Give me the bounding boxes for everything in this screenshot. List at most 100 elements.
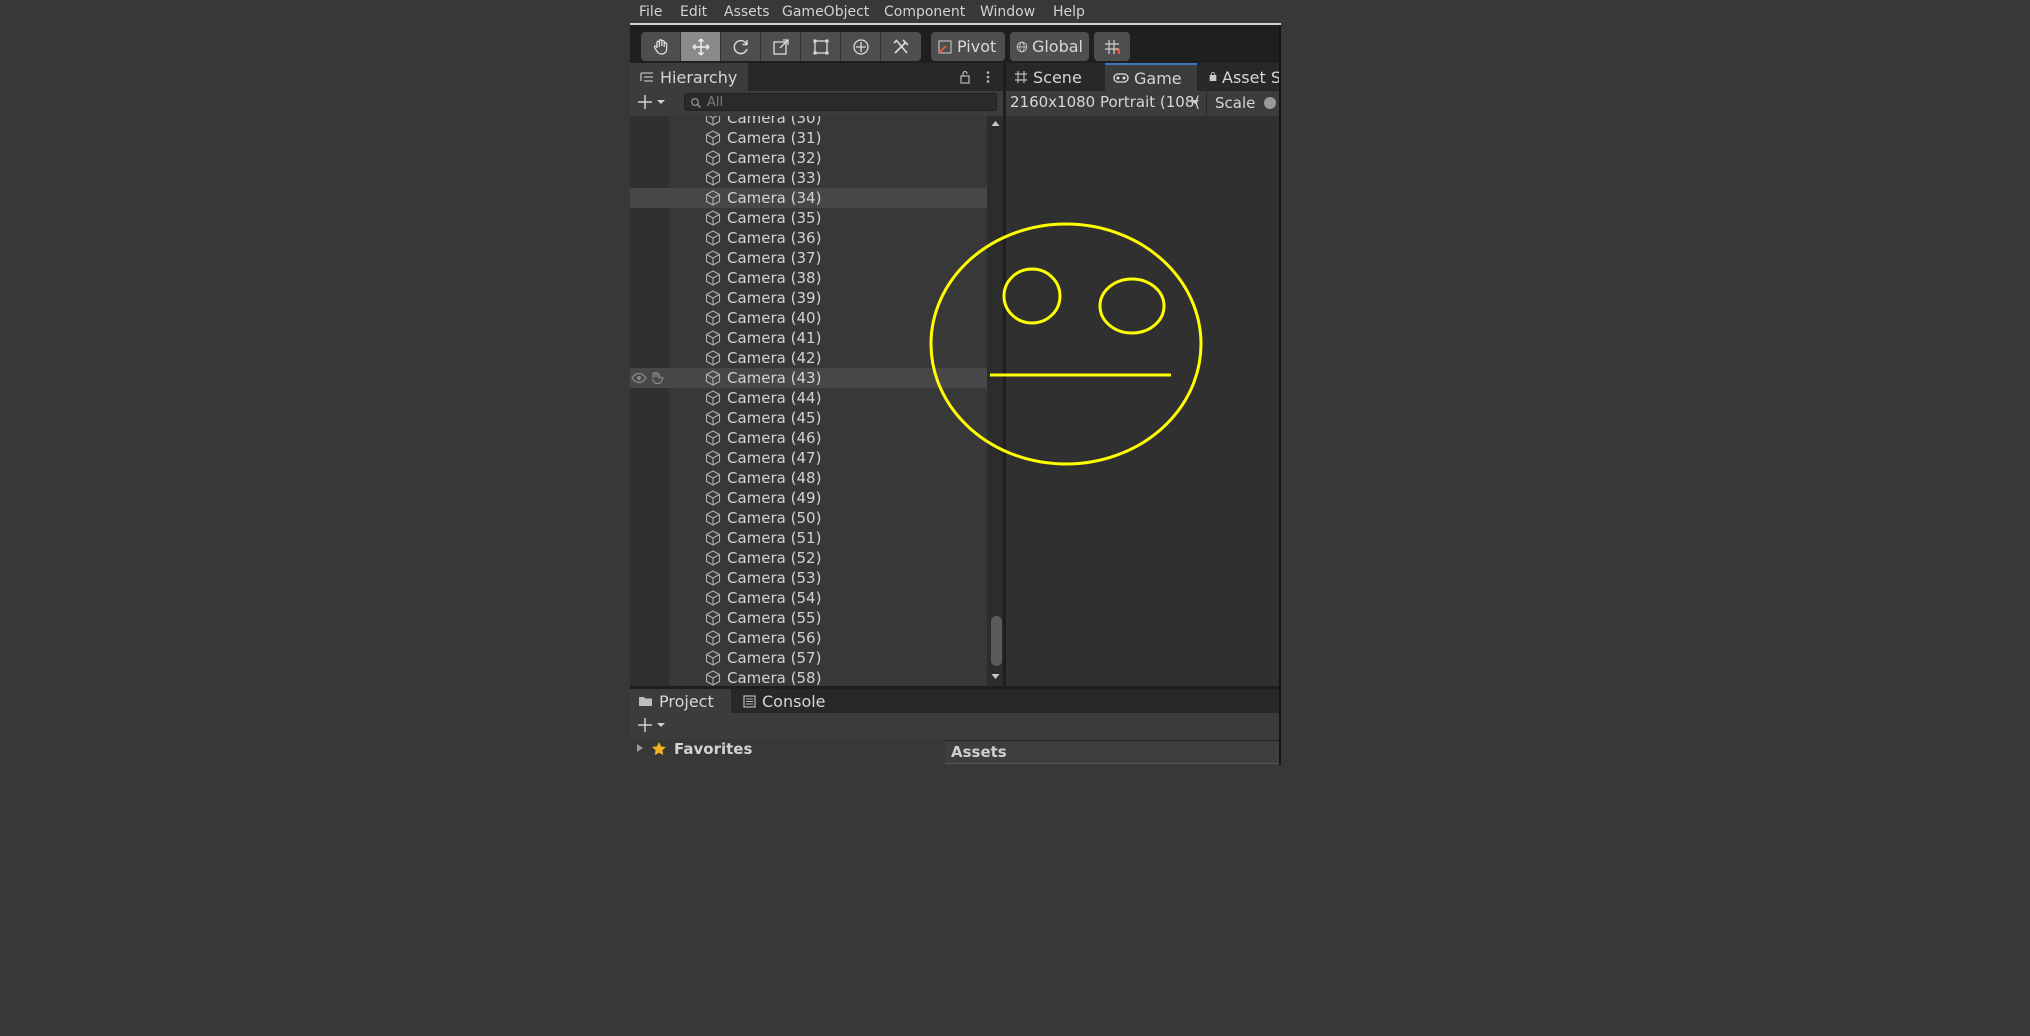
right-eye <box>1098 277 1166 335</box>
resolution-chevron-icon <box>1191 100 1199 104</box>
project-create-dropdown[interactable] <box>637 717 666 733</box>
gameobject-cube-icon <box>705 570 721 586</box>
hierarchy-row[interactable]: Camera (55) <box>630 608 987 628</box>
gameobject-cube-icon <box>705 150 721 166</box>
scale-slider-thumb[interactable] <box>1264 97 1276 109</box>
star-icon <box>652 742 666 756</box>
gameobject-cube-icon <box>705 610 721 626</box>
globe-icon <box>1016 41 1028 52</box>
hierarchy-icon <box>640 72 653 82</box>
custom-tool-button[interactable] <box>881 32 921 61</box>
hierarchy-row[interactable]: Camera (58) <box>630 668 987 686</box>
pivot-toggle[interactable]: Pivot <box>931 32 1005 61</box>
gameobject-cube-icon <box>705 390 721 406</box>
yellow-face-drawing <box>929 222 1203 466</box>
gameobject-cube-icon <box>705 130 721 146</box>
move-tool-button[interactable] <box>681 32 721 61</box>
hierarchy-title: Hierarchy <box>660 67 738 87</box>
hierarchy-row-label: Camera (54) <box>727 589 822 607</box>
gameobject-cube-icon <box>705 290 721 306</box>
gameobject-cube-icon <box>705 650 721 666</box>
console-icon <box>743 694 756 708</box>
gameobject-cube-icon <box>705 630 721 646</box>
hierarchy-search-input[interactable]: All <box>684 93 997 111</box>
tab-scene[interactable]: Scene <box>1006 63 1105 91</box>
hierarchy-row-label: Camera (57) <box>727 649 822 667</box>
hierarchy-row-label: Camera (40) <box>727 309 822 327</box>
face-outline <box>929 222 1203 466</box>
window-right-edge <box>1279 25 1281 765</box>
transform-tool-button[interactable] <box>841 32 881 61</box>
toolbar-divider <box>1206 91 1207 116</box>
tab-asset-store[interactable]: Asset S <box>1201 63 1281 91</box>
rect-icon <box>813 39 828 54</box>
hierarchy-row-label: Camera (52) <box>727 549 822 567</box>
hierarchy-row-label: Camera (34) <box>727 189 822 207</box>
menu-window[interactable]: Window <box>980 4 1035 20</box>
hierarchy-row[interactable]: Camera (31) <box>630 128 987 148</box>
gameobject-cube-icon <box>705 430 721 446</box>
rect-tool-button[interactable] <box>801 32 841 61</box>
lock-icon[interactable] <box>959 70 971 84</box>
hierarchy-row-label: Camera (36) <box>727 229 822 247</box>
search-placeholder: All <box>707 94 724 110</box>
gameobject-cube-icon <box>705 470 721 486</box>
hierarchy-row-label: Camera (50) <box>727 509 822 527</box>
hierarchy-row-label: Camera (48) <box>727 469 822 487</box>
scroll-up-icon[interactable] <box>991 120 1000 127</box>
left-eye <box>1002 267 1062 325</box>
grid-snap-button[interactable] <box>1094 32 1130 61</box>
scale-tool-button[interactable] <box>761 32 801 61</box>
tab-project[interactable]: Project <box>630 689 731 713</box>
hierarchy-row-label: Camera (51) <box>727 529 822 547</box>
gameobject-cube-icon <box>705 230 721 246</box>
hierarchy-row[interactable]: Camera (48) <box>630 468 987 488</box>
scroll-down-icon[interactable] <box>991 673 1000 680</box>
gameobject-cube-icon <box>705 210 721 226</box>
plus-icon <box>638 718 652 732</box>
tab-console[interactable]: Console <box>743 689 843 713</box>
hierarchy-row[interactable]: Camera (34) <box>630 188 987 208</box>
visibility-eye-icon[interactable] <box>631 372 647 384</box>
hierarchy-row-label: Camera (46) <box>727 429 822 447</box>
menu-edit[interactable]: Edit <box>680 4 707 20</box>
pivot-icon <box>938 39 952 54</box>
gameobject-cube-icon <box>705 310 721 326</box>
menu-component[interactable]: Component <box>884 4 965 20</box>
favorites-label[interactable]: Favorites <box>674 740 752 758</box>
hand-tool-button[interactable] <box>641 32 681 61</box>
global-toggle[interactable]: Global <box>1010 32 1089 61</box>
hierarchy-row[interactable]: Camera (57) <box>630 648 987 668</box>
expand-arrow-icon[interactable] <box>636 743 644 753</box>
hierarchy-row[interactable]: Camera (50) <box>630 508 987 528</box>
hierarchy-row[interactable]: Camera (30) <box>630 116 987 128</box>
console-tab-label: Console <box>762 691 826 711</box>
shopping-bag-icon <box>1209 72 1217 82</box>
hierarchy-row[interactable]: Camera (51) <box>630 528 987 548</box>
hierarchy-row[interactable]: Camera (33) <box>630 168 987 188</box>
plus-icon <box>638 95 652 109</box>
tools-icon <box>893 38 909 54</box>
gameobject-cube-icon <box>705 410 721 426</box>
menu-help[interactable]: Help <box>1053 4 1085 20</box>
assets-breadcrumb[interactable]: Assets <box>945 740 1281 764</box>
hierarchy-row[interactable]: Camera (32) <box>630 148 987 168</box>
tab-hierarchy[interactable]: Hierarchy <box>630 63 748 91</box>
pickable-hand-icon[interactable] <box>650 371 666 385</box>
create-dropdown[interactable] <box>637 94 666 110</box>
tab-game[interactable]: Game <box>1105 63 1197 91</box>
more-options-icon[interactable] <box>985 70 991 84</box>
resolution-dropdown[interactable]: 2160x1080 Portrait (108( <box>1010 93 1206 113</box>
menu-gameobject[interactable]: GameObject <box>782 4 869 20</box>
hierarchy-row[interactable]: Camera (54) <box>630 588 987 608</box>
global-label: Global <box>1031 37 1083 56</box>
hierarchy-row[interactable]: Camera (56) <box>630 628 987 648</box>
hierarchy-row[interactable]: Camera (52) <box>630 548 987 568</box>
hierarchy-row[interactable]: Camera (49) <box>630 488 987 508</box>
menu-file[interactable]: File <box>639 4 662 20</box>
hierarchy-row[interactable]: Camera (53) <box>630 568 987 588</box>
rotate-tool-button[interactable] <box>721 32 761 61</box>
menu-assets[interactable]: Assets <box>724 4 770 20</box>
hierarchy-scroll-thumb[interactable] <box>991 616 1002 666</box>
gameobject-cube-icon <box>705 450 721 466</box>
